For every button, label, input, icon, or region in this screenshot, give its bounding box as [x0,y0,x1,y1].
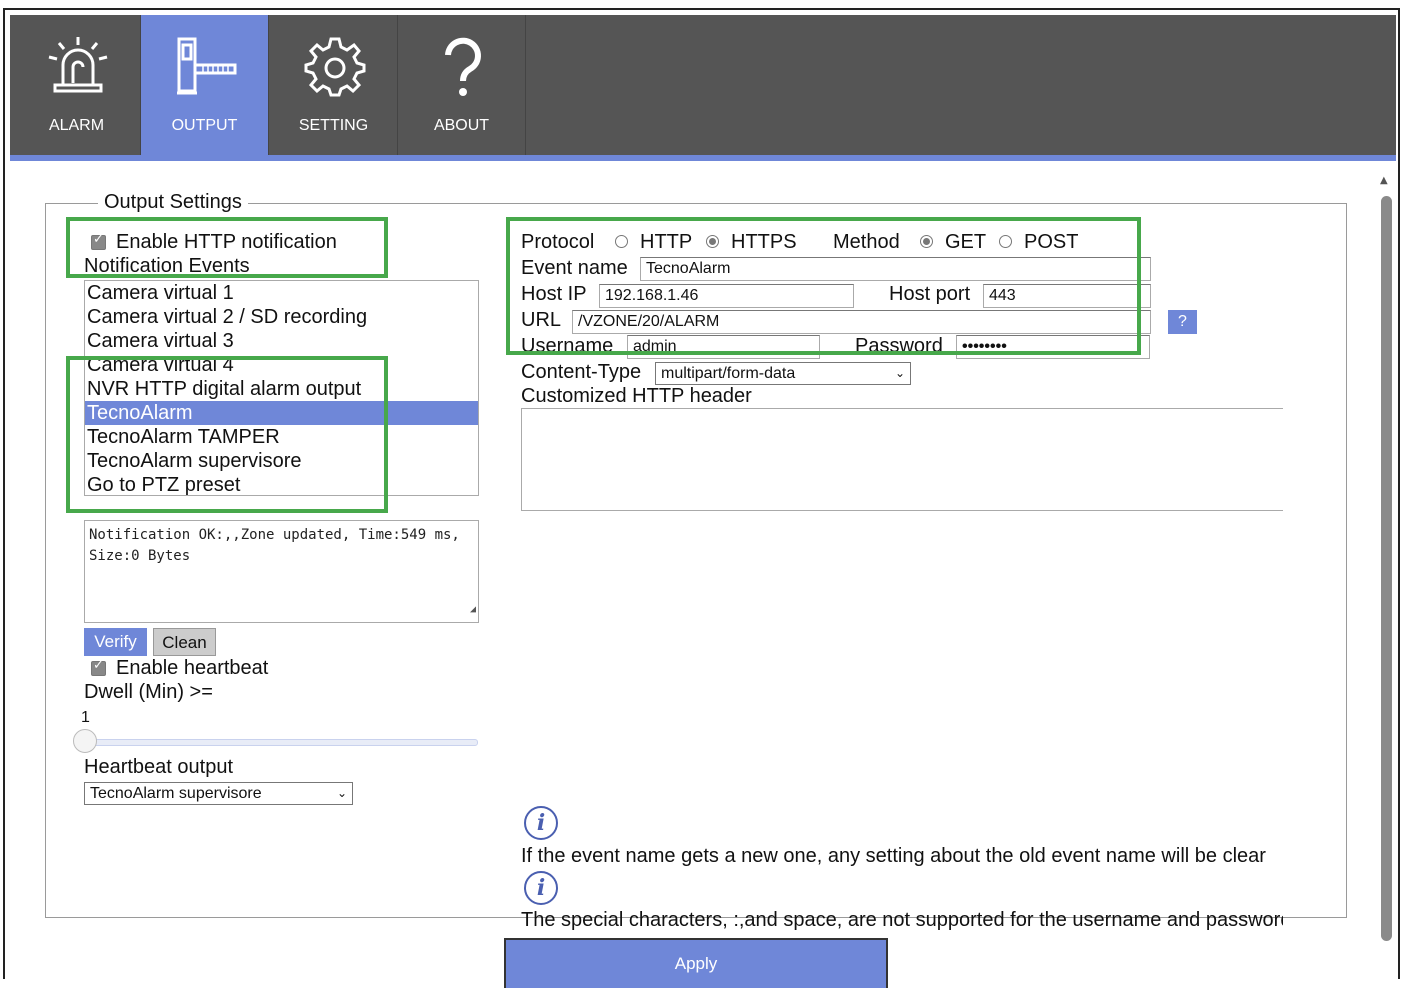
content-type-value: multipart/form-data [661,365,796,382]
event-item-camera-virtual-3[interactable]: Camera virtual 3 [85,329,478,353]
heartbeat-output-label: Heartbeat output [84,756,233,778]
info-icon: i [524,806,558,840]
dwell-slider-track[interactable] [86,739,478,746]
tab-about-label: ABOUT [433,117,490,134]
tab-setting-label: SETTING [298,117,369,134]
tab-output[interactable]: OUTPUT [141,15,269,155]
resize-handle-icon[interactable]: ◢ [470,599,476,620]
heartbeat-output-select[interactable]: TecnoAlarm supervisore ⌄ [84,782,353,805]
barrier-gate-icon [177,37,237,95]
output-settings-legend: Output Settings [98,191,248,214]
scrollbar-thumb[interactable] [1381,196,1392,941]
notification-result-textarea[interactable]: Notification OK:,,Zone updated, Time:549… [84,520,479,623]
siren-icon [48,37,108,93]
question-mark-icon [445,37,481,96]
custom-header-textarea[interactable] [521,408,1283,511]
note-special-characters: The special characters, :,and space, are… [521,909,1283,931]
content-type-select[interactable]: multipart/form-data ⌄ [655,362,911,385]
url-help-button[interactable]: ? [1168,310,1197,334]
tab-output-label: OUTPUT [171,117,238,134]
tab-setting[interactable]: SETTING [270,15,398,155]
dwell-slider-thumb[interactable] [73,729,97,753]
scroll-up-arrow-icon[interactable]: ▲ [1380,175,1394,187]
heartbeat-output-value: TecnoAlarm supervisore [90,785,262,802]
dwell-value: 1 [81,709,90,726]
highlight-enable-http [66,217,388,278]
dwell-label: Dwell (Min) >= [84,681,213,703]
notification-result-text: Notification OK:,,Zone updated, Time:549… [89,527,469,564]
tab-about[interactable]: ABOUT [398,15,526,155]
tab-alarm-label: ALARM [48,117,105,134]
enable-heartbeat-label: Enable heartbeat [116,657,269,679]
info-icon: i [524,871,558,905]
enable-heartbeat-checkbox[interactable] [91,658,106,676]
note-2-container: The special characters, :,and space, are… [521,909,1283,935]
event-item-camera-virtual-2[interactable]: Camera virtual 2 / SD recording [85,305,478,329]
note-event-name: If the event name gets a new one, any se… [521,845,1266,867]
custom-header-label: Customized HTTP header [521,385,752,407]
nav-underline [10,155,1396,161]
tab-alarm[interactable]: ALARM [13,15,141,155]
note-1-container: If the event name gets a new one, any se… [521,845,1283,871]
apply-button[interactable]: Apply [504,938,888,988]
chevron-down-icon: ⌄ [894,366,905,380]
chevron-down-icon: ⌄ [336,786,347,800]
event-item-camera-virtual-1[interactable]: Camera virtual 1 [85,281,478,305]
highlight-events [66,356,388,513]
verify-button[interactable]: Verify [84,628,147,656]
content-type-label: Content-Type [521,361,642,383]
gear-icon [304,37,366,97]
highlight-http-settings [506,217,1141,355]
clean-button[interactable]: Clean [153,628,216,656]
